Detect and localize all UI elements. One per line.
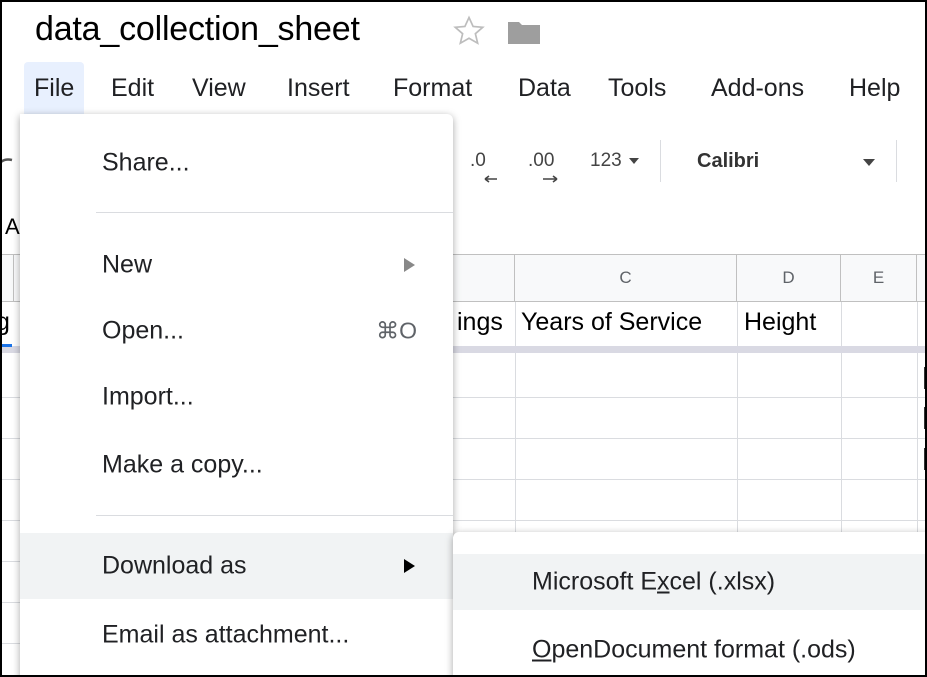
- number-format-label: 123: [590, 150, 622, 171]
- menu-item-new[interactable]: New: [20, 232, 453, 298]
- undo-icon[interactable]: [0, 152, 18, 176]
- submenu-arrow-icon: [404, 258, 415, 272]
- font-selector[interactable]: Calibri: [697, 150, 759, 173]
- submenu-item-xlsx[interactable]: Microsoft Excel (.xlsx): [453, 554, 925, 610]
- decrease-decimal-button[interactable]: .0: [470, 150, 486, 172]
- menu-item-label: Share...: [102, 148, 190, 177]
- menu-format[interactable]: Format: [383, 62, 482, 114]
- menu-tools[interactable]: Tools: [598, 62, 676, 114]
- column-header-d[interactable]: D: [737, 254, 841, 302]
- menu-item-label: Make a copy...: [102, 450, 263, 479]
- document-title[interactable]: data_collection_sheet: [35, 10, 360, 49]
- keyboard-shortcut: ⌘O: [376, 317, 417, 344]
- folder-icon[interactable]: [507, 19, 541, 45]
- toolbar-divider: [660, 140, 661, 182]
- menu-item-download-as[interactable]: Download as: [20, 533, 453, 599]
- cell-b1[interactable]: ings: [457, 308, 503, 337]
- star-icon[interactable]: [452, 14, 486, 48]
- toolbar-divider: [896, 140, 897, 182]
- menu-item-label: Import...: [102, 382, 194, 411]
- column-header-e[interactable]: E: [841, 254, 917, 302]
- menu-addons[interactable]: Add-ons: [701, 62, 814, 114]
- number-format-button[interactable]: 123: [590, 150, 622, 172]
- font-dropdown-icon[interactable]: [862, 158, 876, 167]
- column-header-c[interactable]: C: [515, 254, 737, 302]
- submenu-item-ods[interactable]: OpenDocument format (.ods): [453, 622, 925, 675]
- menu-file[interactable]: File: [24, 62, 85, 114]
- selection-indicator: [2, 344, 12, 347]
- menu-view[interactable]: View: [182, 62, 256, 114]
- menu-item-make-copy[interactable]: Make a copy...: [20, 432, 453, 498]
- menu-item-label: New: [102, 250, 153, 279]
- menu-item-email-attachment[interactable]: Email as attachment...: [20, 602, 453, 668]
- menu-divider: [96, 212, 453, 213]
- increase-decimal-button[interactable]: .00: [528, 150, 554, 172]
- left-arrow-icon: [484, 175, 497, 183]
- file-menu-dropdown: Share... New Open... ⌘O Import... Make a…: [20, 114, 453, 675]
- submenu-item-label: Microsoft Excel (.xlsx): [532, 567, 776, 596]
- caret-down-icon: [629, 158, 639, 164]
- menu-item-label: Email as attachment...: [102, 620, 350, 649]
- increase-decimal-label: .00: [528, 150, 555, 171]
- decrease-decimal-label: .0: [470, 150, 486, 171]
- menu-insert[interactable]: Insert: [277, 62, 360, 114]
- submenu-arrow-icon: [404, 559, 415, 573]
- menu-edit[interactable]: Edit: [101, 62, 164, 114]
- download-submenu: Microsoft Excel (.xlsx) OpenDocument for…: [453, 532, 925, 675]
- menu-help[interactable]: Help: [839, 62, 910, 114]
- cell-reference[interactable]: A: [5, 214, 20, 240]
- menu-data[interactable]: Data: [508, 62, 581, 114]
- menu-bar: File Edit View Insert Format Data Tools …: [2, 62, 925, 114]
- submenu-item-label: OpenDocument format (.ods): [532, 635, 856, 664]
- column-header[interactable]: [2, 254, 14, 302]
- menu-divider: [96, 515, 453, 516]
- cell-c1[interactable]: Years of Service: [521, 308, 702, 337]
- spreadsheet-window: data_collection_sheet File Edit View Ins…: [0, 0, 927, 677]
- menu-item-label: Open...: [102, 316, 184, 345]
- column-header-b[interactable]: [453, 254, 515, 302]
- menu-item-open[interactable]: Open... ⌘O: [20, 298, 453, 364]
- cell-a1-fragment[interactable]: g: [2, 308, 10, 337]
- menu-item-import[interactable]: Import...: [20, 364, 453, 430]
- menu-item-label: Download as: [102, 551, 247, 580]
- cell-d1[interactable]: Height: [744, 308, 816, 337]
- right-arrow-icon: [543, 175, 558, 183]
- menu-item-share[interactable]: Share...: [20, 130, 453, 196]
